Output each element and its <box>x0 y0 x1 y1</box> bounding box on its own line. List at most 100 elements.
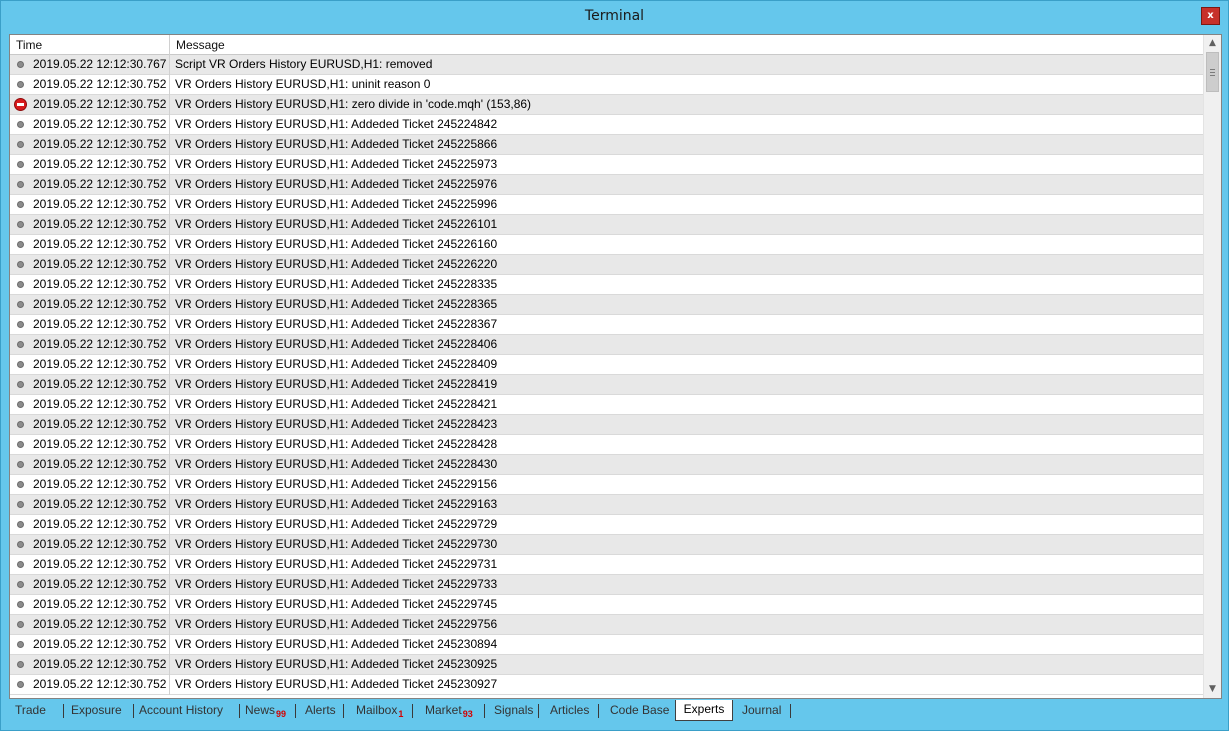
table-row[interactable]: 2019.05.22 12:12:30.752 VR Orders History… <box>10 235 1203 255</box>
dot-icon <box>17 321 24 328</box>
table-row[interactable]: 2019.05.22 12:12:30.752 VR Orders History… <box>10 475 1203 495</box>
message-cell: VR Orders History EURUSD,H1: Addeded Tic… <box>175 457 498 471</box>
message-cell: VR Orders History EURUSD,H1: Addeded Tic… <box>175 677 498 691</box>
tab-experts[interactable]: Experts <box>675 700 733 721</box>
table-row[interactable]: 2019.05.22 12:12:30.752 VR Orders History… <box>10 555 1203 575</box>
table-row[interactable]: 2019.05.22 12:12:30.752 VR Orders History… <box>10 655 1203 675</box>
table-row[interactable]: 2019.05.22 12:12:30.752 VR Orders History… <box>10 395 1203 415</box>
table-row[interactable]: 2019.05.22 12:12:30.752 VR Orders History… <box>10 675 1203 695</box>
table-row[interactable]: 2019.05.22 12:12:30.752 VR Orders History… <box>10 335 1203 355</box>
table-row[interactable]: 2019.05.22 12:12:30.752 VR Orders History… <box>10 615 1203 635</box>
table-row[interactable]: 2019.05.22 12:12:30.752 VR Orders History… <box>10 435 1203 455</box>
tab-trade[interactable]: Trade <box>15 701 46 721</box>
tab-separator <box>484 704 485 718</box>
dot-icon <box>17 561 24 568</box>
dot-icon <box>17 681 24 688</box>
table-row[interactable]: 2019.05.22 12:12:30.752 VR Orders History… <box>10 115 1203 135</box>
tab-label: Trade <box>15 703 46 717</box>
table-row[interactable]: 2019.05.22 12:12:30.752 VR Orders History… <box>10 355 1203 375</box>
scroll-down-arrow-icon[interactable]: ▼ <box>1204 681 1221 698</box>
message-cell: VR Orders History EURUSD,H1: zero divide… <box>175 97 532 111</box>
scroll-up-arrow-icon[interactable]: ▲ <box>1204 35 1221 52</box>
time-cell: 2019.05.22 12:12:30.752 <box>10 495 170 515</box>
table-row[interactable]: 2019.05.22 12:12:30.752 VR Orders History… <box>10 95 1203 115</box>
time-cell: 2019.05.22 12:12:30.752 <box>10 335 170 355</box>
time-cell: 2019.05.22 12:12:30.752 <box>10 175 170 195</box>
dot-icon <box>17 281 24 288</box>
time-text: 2019.05.22 12:12:30.752 <box>33 537 167 551</box>
tab-signals[interactable]: Signals <box>494 701 533 721</box>
table-row[interactable]: 2019.05.22 12:12:30.767 Script VR Orders … <box>10 55 1203 75</box>
table-row[interactable]: 2019.05.22 12:12:30.752 VR Orders History… <box>10 155 1203 175</box>
message-cell: Script VR Orders History EURUSD,H1: remo… <box>175 57 433 71</box>
tab-alerts[interactable]: Alerts <box>305 701 336 721</box>
time-cell: 2019.05.22 12:12:30.752 <box>10 515 170 535</box>
log-table-body: 2019.05.22 12:12:30.767 Script VR Orders … <box>10 55 1203 698</box>
table-row[interactable]: 2019.05.22 12:12:30.752 VR Orders History… <box>10 255 1203 275</box>
time-text: 2019.05.22 12:12:30.752 <box>33 417 167 431</box>
column-header-time[interactable]: Time <box>10 35 170 55</box>
vertical-scrollbar[interactable]: ▲ ▼ <box>1203 35 1221 698</box>
time-cell: 2019.05.22 12:12:30.752 <box>10 355 170 375</box>
time-cell: 2019.05.22 12:12:30.752 <box>10 555 170 575</box>
table-row[interactable]: 2019.05.22 12:12:30.752 VR Orders History… <box>10 275 1203 295</box>
table-row[interactable]: 2019.05.22 12:12:30.752 VR Orders History… <box>10 195 1203 215</box>
table-row[interactable]: 2019.05.22 12:12:30.752 VR Orders History… <box>10 515 1203 535</box>
time-text: 2019.05.22 12:12:30.752 <box>33 477 167 491</box>
message-cell: VR Orders History EURUSD,H1: Addeded Tic… <box>175 637 498 651</box>
table-row[interactable]: 2019.05.22 12:12:30.752 VR Orders History… <box>10 455 1203 475</box>
title-bar[interactable]: Terminal x <box>1 1 1228 32</box>
table-row[interactable]: 2019.05.22 12:12:30.752 VR Orders History… <box>10 215 1203 235</box>
table-row[interactable]: 2019.05.22 12:12:30.752 VR Orders History… <box>10 135 1203 155</box>
terminal-window: Terminal x Time Message 2019.05.22 12:12… <box>0 0 1229 731</box>
close-button[interactable]: x <box>1201 7 1220 25</box>
table-row[interactable]: 2019.05.22 12:12:30.752 VR Orders History… <box>10 635 1203 655</box>
tab-market[interactable]: Market93 <box>425 701 473 721</box>
message-cell: VR Orders History EURUSD,H1: Addeded Tic… <box>175 137 498 151</box>
tab-separator <box>63 704 64 718</box>
table-row[interactable]: 2019.05.22 12:12:30.752 VR Orders History… <box>10 495 1203 515</box>
message-cell: VR Orders History EURUSD,H1: Addeded Tic… <box>175 437 498 451</box>
table-row[interactable]: 2019.05.22 12:12:30.752 VR Orders History… <box>10 535 1203 555</box>
grip-line <box>1210 72 1215 73</box>
column-header-message[interactable]: Message <box>170 35 1203 55</box>
tab-separator <box>412 704 413 718</box>
time-cell: 2019.05.22 12:12:30.752 <box>10 235 170 255</box>
tab-journal[interactable]: Journal <box>742 701 781 721</box>
time-cell: 2019.05.22 12:12:30.752 <box>10 575 170 595</box>
message-cell: VR Orders History EURUSD,H1: Addeded Tic… <box>175 537 498 551</box>
message-cell: VR Orders History EURUSD,H1: Addeded Tic… <box>175 557 498 571</box>
message-cell: VR Orders History EURUSD,H1: Addeded Tic… <box>175 297 498 311</box>
time-text: 2019.05.22 12:12:30.752 <box>33 177 167 191</box>
table-row[interactable]: 2019.05.22 12:12:30.752 VR Orders History… <box>10 575 1203 595</box>
message-cell: VR Orders History EURUSD,H1: Addeded Tic… <box>175 357 498 371</box>
tab-mailbox[interactable]: Mailbox1 <box>356 701 403 721</box>
table-row[interactable]: 2019.05.22 12:12:30.752 VR Orders History… <box>10 295 1203 315</box>
time-text: 2019.05.22 12:12:30.752 <box>33 597 167 611</box>
tab-account-history[interactable]: Account History <box>139 701 223 721</box>
tab-separator <box>295 704 296 718</box>
time-text: 2019.05.22 12:12:30.752 <box>33 577 167 591</box>
time-cell: 2019.05.22 12:12:30.752 <box>10 75 170 95</box>
time-text: 2019.05.22 12:12:30.752 <box>33 497 167 511</box>
time-text: 2019.05.22 12:12:30.752 <box>33 117 167 131</box>
dot-icon <box>17 461 24 468</box>
time-cell: 2019.05.22 12:12:30.752 <box>10 415 170 435</box>
tab-news[interactable]: News99 <box>245 701 286 721</box>
table-row[interactable]: 2019.05.22 12:12:30.752 VR Orders History… <box>10 75 1203 95</box>
table-row[interactable]: 2019.05.22 12:12:30.752 VR Orders History… <box>10 415 1203 435</box>
table-row[interactable]: 2019.05.22 12:12:30.752 VR Orders History… <box>10 175 1203 195</box>
time-cell: 2019.05.22 12:12:30.752 <box>10 535 170 555</box>
table-row[interactable]: 2019.05.22 12:12:30.752 VR Orders History… <box>10 375 1203 395</box>
message-cell: VR Orders History EURUSD,H1: Addeded Tic… <box>175 497 498 511</box>
message-cell: VR Orders History EURUSD,H1: Addeded Tic… <box>175 317 498 331</box>
dot-icon <box>17 481 24 488</box>
tab-exposure[interactable]: Exposure <box>71 701 122 721</box>
tab-separator <box>133 704 134 718</box>
scrollbar-thumb[interactable] <box>1206 52 1219 92</box>
tab-articles[interactable]: Articles <box>550 701 589 721</box>
time-cell: 2019.05.22 12:12:30.752 <box>10 315 170 335</box>
tab-code-base[interactable]: Code Base <box>610 701 669 721</box>
table-row[interactable]: 2019.05.22 12:12:30.752 VR Orders History… <box>10 595 1203 615</box>
table-row[interactable]: 2019.05.22 12:12:30.752 VR Orders History… <box>10 315 1203 335</box>
